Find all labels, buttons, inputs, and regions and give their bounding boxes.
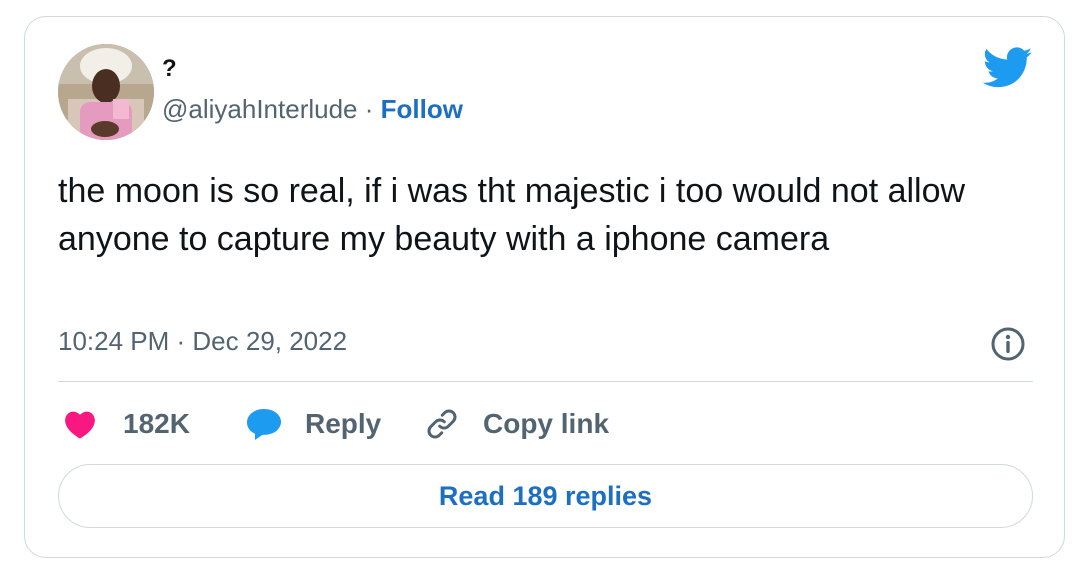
link-icon bbox=[427, 409, 457, 439]
divider bbox=[58, 381, 1033, 382]
avatar-image bbox=[58, 44, 154, 140]
twitter-bird-icon[interactable] bbox=[983, 47, 1033, 89]
tweet-text: the moon is so real, if i was tht majest… bbox=[58, 172, 966, 258]
follow-button[interactable]: Follow bbox=[381, 94, 463, 124]
separator-dot: · bbox=[364, 94, 374, 124]
tweet-card: ? @aliyahInterlude · Follow the moon is … bbox=[24, 16, 1065, 558]
handle-line: @aliyahInterlude · Follow bbox=[162, 94, 463, 125]
user-handle[interactable]: @aliyahInterlude bbox=[162, 94, 358, 124]
display-name[interactable]: ? bbox=[162, 55, 177, 83]
info-icon[interactable] bbox=[990, 326, 1026, 362]
reply-label: Reply bbox=[305, 408, 382, 439]
copy-link-button[interactable]: Copy link bbox=[423, 402, 609, 446]
copy-link-label: Copy link bbox=[483, 408, 610, 439]
like-button[interactable]: 182K bbox=[63, 402, 190, 446]
heart-icon bbox=[65, 411, 95, 439]
avatar[interactable] bbox=[58, 44, 154, 140]
read-replies-button[interactable]: Read 189 replies bbox=[58, 464, 1033, 528]
timestamp[interactable]: 10:24 PM · Dec 29, 2022 bbox=[58, 326, 347, 357]
speech-bubble-icon bbox=[247, 409, 281, 440]
reply-button[interactable]: Reply bbox=[245, 402, 381, 446]
like-count: 182K bbox=[123, 408, 190, 439]
